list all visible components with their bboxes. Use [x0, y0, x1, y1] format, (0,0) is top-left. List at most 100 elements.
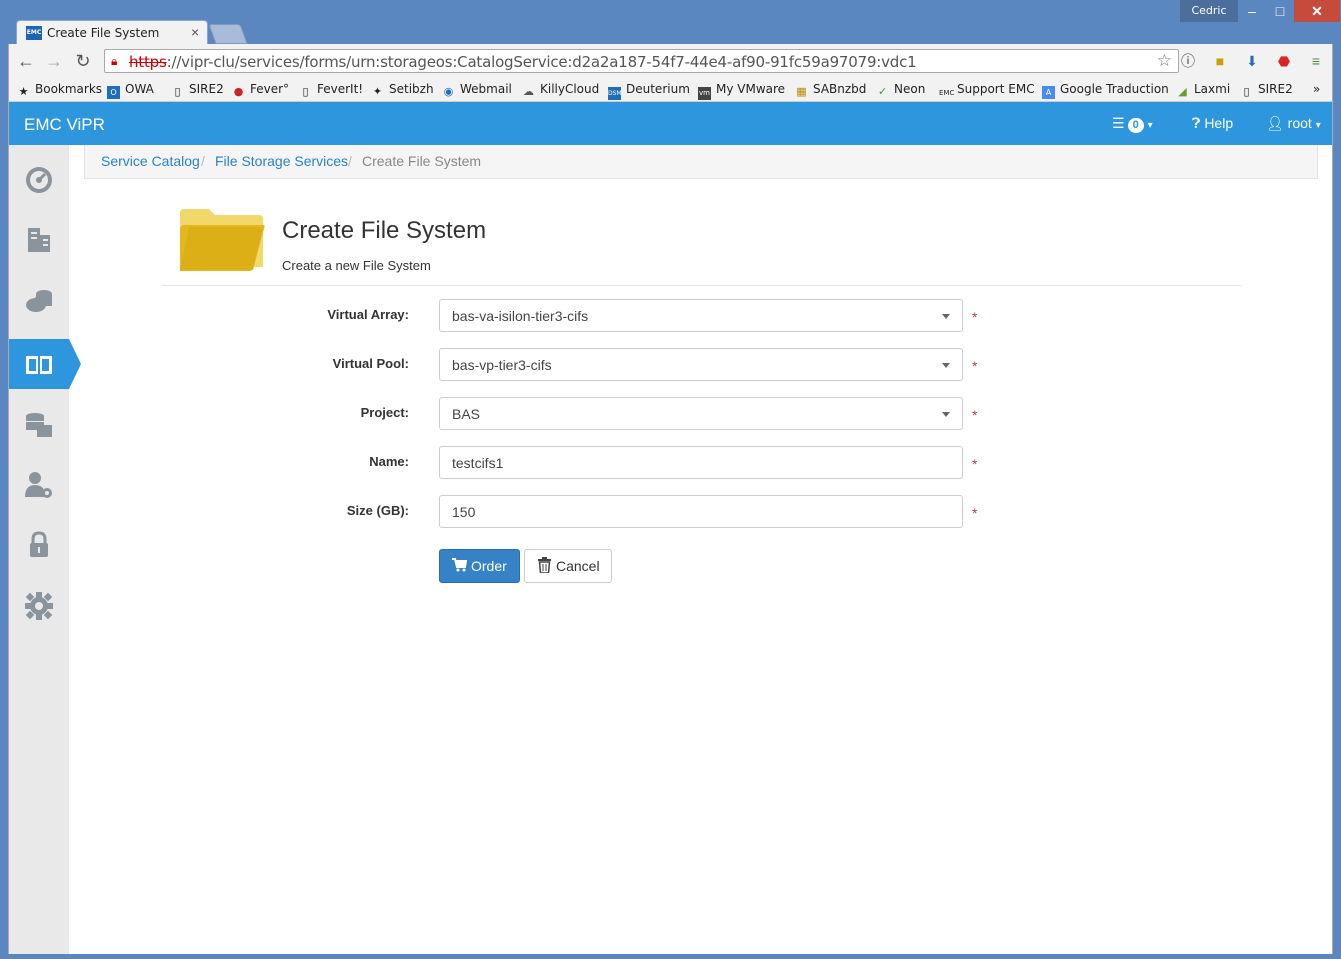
security-icon: [30, 531, 48, 557]
bookmark-item[interactable]: DSM Deuterium: [608, 82, 690, 100]
sidebar-item-virtual-storage[interactable]: [9, 275, 69, 325]
required-marker: *: [972, 309, 978, 325]
vmware-icon: vm: [698, 87, 711, 100]
user-icon: 👤︎: [1266, 115, 1284, 131]
extension-download-icon[interactable]: ⬇: [1243, 52, 1261, 70]
cancel-label: Cancel: [556, 558, 600, 574]
bookmark-item[interactable]: ● Fever°: [232, 82, 289, 98]
size-value: 150: [452, 504, 476, 520]
bookmark-star-icon[interactable]: ☆: [1157, 51, 1172, 71]
browser-toolbar: ← → ↻ 🔒︎ https://vipr-clu/services/forms…: [8, 44, 1333, 78]
trash-icon: [538, 557, 551, 573]
chrome-menu-icon[interactable]: ≡: [1307, 52, 1325, 70]
extension-sab-icon[interactable]: ■: [1211, 52, 1229, 70]
emc-icon: EMC: [939, 89, 955, 97]
close-window-button[interactable]: ✕: [1294, 0, 1340, 22]
user-menu[interactable]: 👤︎ root ▾: [1266, 115, 1321, 132]
required-marker: *: [972, 505, 978, 521]
virtual-storage-icon: [26, 290, 52, 312]
bookmarks-overflow-icon[interactable]: »: [1313, 82, 1320, 96]
bookmark-item[interactable]: ▯ SIRE2: [1240, 82, 1292, 98]
bookmark-item[interactable]: ☁ KillyCloud: [522, 82, 599, 98]
browser-tab[interactable]: EMC Create File System ×: [16, 20, 208, 44]
address-bar[interactable]: 🔒︎ https://vipr-clu/services/forms/urn:s…: [104, 49, 1179, 73]
brand-link[interactable]: EMC ViPR: [24, 115, 105, 135]
bookmark-item[interactable]: ◉ Webmail: [442, 82, 512, 98]
extension-info-icon[interactable]: ⓘ: [1179, 52, 1197, 70]
project-label: Project:: [360, 405, 409, 420]
fever-icon: ●: [233, 85, 244, 98]
page-icon: ▯: [1243, 85, 1250, 98]
tasks-icon: ☰: [1112, 115, 1125, 131]
notifications-menu[interactable]: ☰ 0 ▾: [1112, 115, 1153, 133]
bookmark-item[interactable]: ✦ Setibzh: [371, 82, 434, 98]
virtual-pool-label: Virtual Pool:: [332, 356, 409, 371]
user-label: root: [1287, 115, 1312, 131]
storage-icon: [26, 413, 52, 437]
webmail-icon: ◉: [443, 85, 454, 98]
users-settings-icon: [25, 472, 52, 498]
caret-down-icon: [942, 314, 950, 319]
catalog-icon: [26, 356, 52, 374]
extension-adblock-icon[interactable]: ⬣: [1275, 52, 1293, 70]
size-label: Size (GB):: [346, 503, 409, 518]
sabnzbd-icon: ▦: [796, 85, 807, 98]
tab-close-icon[interactable]: ×: [191, 24, 199, 40]
page-title: Create File System: [282, 217, 487, 244]
caret-down-icon: [942, 363, 950, 368]
sidebar-item-dashboard[interactable]: [9, 155, 69, 205]
sidebar-item-users[interactable]: [9, 460, 69, 510]
sidebar-item-resources[interactable]: [9, 215, 69, 265]
bookmark-item[interactable]: ▦ SABnzbd: [795, 82, 866, 98]
project-value: BAS: [452, 406, 481, 422]
virtual-array-label: Virtual Array:: [327, 307, 409, 322]
bookmark-item[interactable]: ▯ SIRE2: [171, 82, 223, 98]
bookmark-item[interactable]: A Google Traduction: [1042, 82, 1169, 99]
dashboard-icon: [26, 167, 52, 193]
dsm-icon: DSM: [608, 87, 622, 100]
new-tab-button[interactable]: [208, 24, 248, 44]
chevron-down-icon: ▾: [1315, 120, 1321, 131]
bookmark-item[interactable]: ★ Bookmarks: [17, 82, 102, 98]
sidebar-item-security[interactable]: [9, 520, 69, 570]
order-label: Order: [471, 558, 507, 574]
name-input[interactable]: testcifs1: [439, 446, 963, 479]
sidebar: [9, 145, 81, 954]
settings-icon: [25, 592, 53, 620]
bookmark-item[interactable]: ▯ FeverIt!: [299, 82, 363, 98]
top-navbar: EMC ViPR ☰ 0 ▾ ❓︎ Help 👤︎ root ▾: [9, 102, 1332, 145]
size-input[interactable]: 150: [439, 495, 963, 528]
back-icon[interactable]: ←: [15, 50, 37, 72]
cancel-button[interactable]: Cancel: [524, 549, 612, 583]
virtual-pool-select[interactable]: bas-vp-tier3-cifs: [439, 348, 963, 381]
bookmark-item[interactable]: EMC Support EMC: [939, 82, 1035, 100]
url-text: https://vipr-clu/services/forms/urn:stor…: [129, 53, 917, 71]
project-select[interactable]: BAS: [439, 397, 963, 430]
maximize-button[interactable]: □: [1266, 0, 1294, 22]
tab-title: Create File System: [47, 26, 160, 40]
sidebar-item-storage[interactable]: [9, 400, 69, 450]
bookmark-item[interactable]: ◢ Laxmi: [1176, 82, 1230, 98]
forward-icon[interactable]: →: [43, 50, 65, 72]
page-subtitle: Create a new File System: [282, 258, 431, 273]
help-menu[interactable]: ❓︎ Help: [1192, 115, 1233, 132]
cloud-icon: ☁: [523, 85, 534, 98]
seti-icon: ✦: [372, 85, 383, 98]
bookmark-item[interactable]: vm My VMware: [698, 82, 785, 100]
order-button[interactable]: Order: [439, 549, 520, 583]
profile-user-badge[interactable]: Cedric: [1180, 0, 1238, 22]
reload-icon[interactable]: ↻: [72, 50, 94, 72]
breadcrumb-service-catalog[interactable]: Service Catalog: [101, 153, 200, 169]
bookmark-item[interactable]: ✓ Neon: [876, 82, 925, 98]
chevron-down-icon: ▾: [1147, 120, 1153, 131]
sidebar-item-catalog[interactable]: [9, 339, 81, 389]
page-icon: ▯: [302, 85, 309, 98]
neon-icon: ✓: [877, 85, 888, 98]
sidebar-item-settings[interactable]: [9, 581, 69, 631]
minimize-button[interactable]: –: [1238, 0, 1266, 22]
bookmark-item[interactable]: O OWA: [107, 82, 154, 99]
virtual-array-select[interactable]: bas-va-isilon-tier3-cifs: [439, 299, 963, 332]
page-icon: ▯: [174, 85, 181, 98]
breadcrumb-file-storage-services[interactable]: File Storage Services: [215, 153, 348, 169]
window-bottom-frame: [0, 954, 1341, 959]
